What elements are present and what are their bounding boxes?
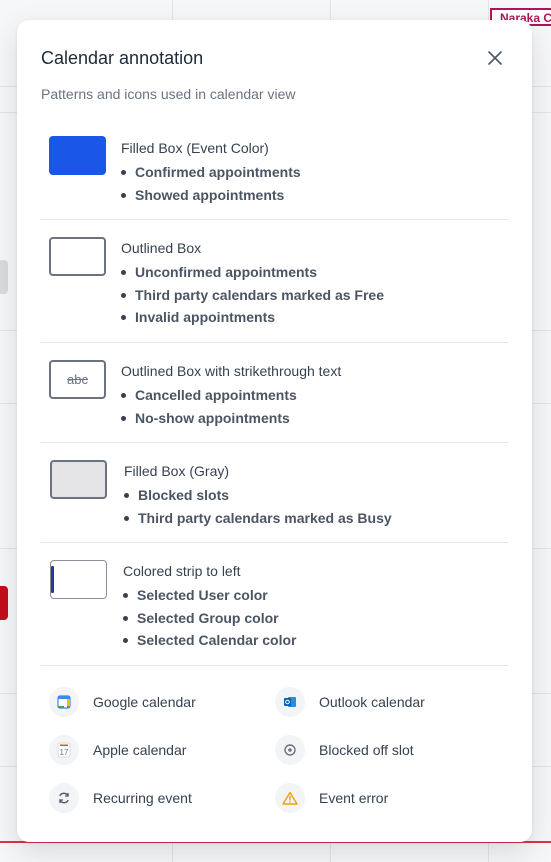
legend-item: Blocked slots: [124, 484, 392, 507]
legend-label: Outlined Box with strikethrough text: [121, 363, 342, 379]
apple-calendar-icon: 17: [49, 735, 79, 765]
icon-legend-label: Google calendar: [93, 694, 196, 710]
legend-item: Cancelled appointments: [121, 384, 341, 407]
icon-legend-recurring: Recurring event: [49, 782, 192, 814]
svg-text:17: 17: [60, 748, 69, 757]
icon-legend-label: Event error: [319, 790, 389, 806]
icon-legend-google: Google calendar: [49, 686, 196, 718]
recurring-event-icon: [49, 783, 79, 813]
icon-legend-label: Blocked off slot: [319, 742, 414, 758]
modal-title: Calendar annotation: [41, 48, 204, 68]
legend-item: Selected Calendar color: [123, 629, 297, 652]
modal-subtitle: Patterns and icons used in calendar view: [41, 86, 296, 102]
strikethrough-sample-text: abc: [67, 372, 88, 387]
legend-label: Colored strip to left: [123, 563, 241, 579]
close-icon: [488, 51, 502, 65]
legend-row-gray: Filled Box (Gray) Blocked slots Third pa…: [41, 443, 508, 543]
legend-item: Third party calendars marked as Busy: [124, 507, 392, 530]
icon-legend-apple: 17 Apple calendar: [49, 734, 186, 766]
legend-item: Selected User color: [123, 584, 297, 607]
outlined-box-swatch: [49, 237, 106, 276]
icon-legend-outlook: Outlook calendar: [275, 686, 425, 718]
legend-row-outlined: Outlined Box Unconfirmed appointments Th…: [41, 220, 508, 343]
close-button[interactable]: [483, 46, 507, 70]
gray-box-swatch: [50, 460, 107, 499]
legend-item: Selected Group color: [123, 607, 297, 630]
legend-item: Third party calendars marked as Free: [121, 284, 384, 307]
annotation-legend: Filled Box (Event Color) Confirmed appoi…: [41, 126, 508, 666]
colored-strip-swatch: [50, 560, 107, 599]
legend-label: Outlined Box: [121, 240, 202, 256]
legend-item: Confirmed appointments: [121, 161, 301, 184]
filled-box-swatch: [49, 136, 106, 175]
icon-legend-label: Apple calendar: [93, 742, 187, 758]
legend-row-strip: Colored strip to left Selected User colo…: [41, 543, 508, 666]
icon-legend-blocked: Blocked off slot: [275, 734, 414, 766]
warning-icon: [275, 783, 305, 813]
icon-legend-label: Outlook calendar: [319, 694, 425, 710]
legend-row-filled: Filled Box (Event Color) Confirmed appoi…: [41, 126, 508, 220]
legend-item: Unconfirmed appointments: [121, 261, 384, 284]
google-calendar-icon: [49, 687, 79, 717]
legend-row-strikethrough: abc Outlined Box with strikethrough text…: [41, 343, 508, 443]
outlook-calendar-icon: [275, 687, 305, 717]
legend-item: Invalid appointments: [121, 306, 384, 329]
color-strip: [51, 566, 54, 593]
legend-label: Filled Box (Gray): [124, 463, 230, 479]
legend-label: Filled Box (Event Color): [121, 140, 269, 156]
background-event-chip[interactable]: [0, 586, 8, 620]
background-event-chip[interactable]: [0, 260, 8, 294]
icon-legend-label: Recurring event: [93, 790, 192, 806]
blocked-slot-icon: [275, 735, 305, 765]
strikethrough-box-swatch: abc: [49, 360, 106, 399]
calendar-annotation-modal: Calendar annotation Patterns and icons u…: [17, 20, 532, 842]
legend-item: No-show appointments: [121, 407, 341, 430]
legend-item: Showed appointments: [121, 184, 301, 207]
icon-legend-error: Event error: [275, 782, 388, 814]
